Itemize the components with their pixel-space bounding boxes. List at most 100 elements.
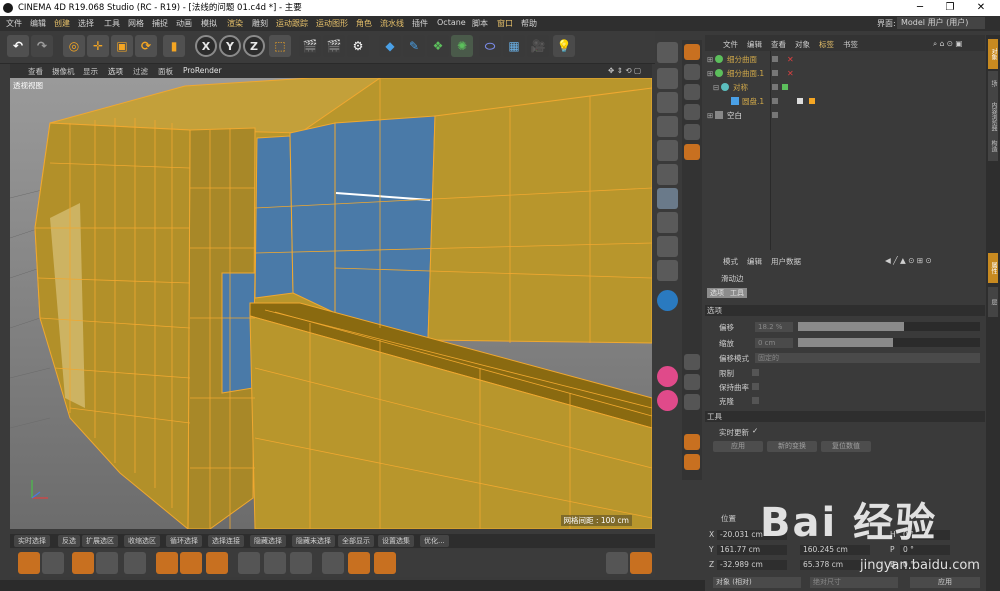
vp-menu-filter[interactable]: 过滤: [133, 66, 148, 77]
om-menu-file[interactable]: 文件: [723, 39, 738, 50]
disabled-x-icon[interactable]: ✕: [787, 67, 794, 80]
section-options[interactable]: 选项: [705, 305, 985, 316]
edges-mode-icon[interactable]: [657, 164, 678, 185]
smooth-icon[interactable]: [684, 394, 700, 410]
menu-file[interactable]: 文件: [6, 18, 22, 29]
view-top-icon[interactable]: [684, 124, 700, 140]
menu-pipeline[interactable]: 流水线: [380, 18, 404, 29]
render-region-icon[interactable]: [684, 44, 700, 60]
menu-mesh[interactable]: 网格: [128, 18, 144, 29]
object-row[interactable]: ⊟ 对称: [705, 81, 985, 94]
move-icon[interactable]: ✛: [87, 35, 109, 57]
dissolve-icon[interactable]: [374, 552, 396, 574]
vp-menu-view[interactable]: 查看: [28, 66, 43, 77]
object-row[interactable]: ⊞ 细分曲面 ✕: [705, 53, 985, 66]
object-name[interactable]: 细分曲面: [727, 53, 757, 66]
menu-help[interactable]: 帮助: [521, 18, 537, 29]
am-menu-mode[interactable]: 模式: [723, 256, 738, 267]
tab-structure[interactable]: 构造: [988, 131, 998, 161]
vp-menu-cameras[interactable]: 摄像机: [52, 66, 75, 77]
weld-icon[interactable]: [348, 552, 370, 574]
section-tool[interactable]: 工具: [705, 411, 985, 422]
om-menu-view[interactable]: 查看: [771, 39, 786, 50]
magnet-icon[interactable]: [657, 316, 678, 337]
apply-button[interactable]: 应用: [713, 441, 763, 452]
enabled-check-icon[interactable]: [782, 84, 788, 90]
make-editable-icon[interactable]: [657, 42, 678, 63]
object-row[interactable]: ⊞ 空白: [705, 109, 985, 122]
disabled-x-icon[interactable]: ✕: [787, 53, 794, 66]
undo-icon[interactable]: ↶: [7, 35, 29, 57]
visibility-flag[interactable]: [772, 112, 778, 118]
menu-simulate[interactable]: 模拟: [201, 18, 217, 29]
paint-mode-icon[interactable]: [630, 552, 652, 574]
tab-layers[interactable]: 层: [988, 287, 998, 317]
vp-menu-display[interactable]: 显示: [83, 66, 98, 77]
extrude-icon[interactable]: [96, 552, 118, 574]
visibility-flag[interactable]: [772, 84, 778, 90]
tab-options[interactable]: 选项: [707, 288, 727, 298]
optimize-icon[interactable]: [606, 552, 628, 574]
snap-icon[interactable]: [657, 260, 678, 281]
paint-icon[interactable]: [684, 434, 700, 450]
pen-spline-icon[interactable]: ✎: [403, 35, 425, 57]
object-row[interactable]: ⊞ 细分曲面.1 ✕: [705, 67, 985, 80]
bevel-icon[interactable]: [124, 552, 146, 574]
menu-motion-tracking[interactable]: 运动跟踪: [276, 18, 308, 29]
light-icon[interactable]: 💡: [553, 35, 575, 57]
sel-loop[interactable]: 循环选择: [166, 535, 202, 547]
knife-icon[interactable]: [18, 552, 40, 574]
redo-icon[interactable]: ↷: [31, 35, 53, 57]
visibility-flag[interactable]: [772, 56, 778, 62]
symmetry-icon[interactable]: [657, 366, 678, 387]
vp-menu-prorender[interactable]: ProRender: [183, 66, 222, 75]
sel-hide-selected[interactable]: 隐藏选择: [250, 535, 286, 547]
render-settings-icon[interactable]: ⚙: [347, 35, 369, 57]
z-axis-button[interactable]: Z: [243, 35, 265, 57]
realtime-checkbox[interactable]: ✓: [752, 426, 758, 435]
menu-window[interactable]: 窗口: [497, 18, 513, 29]
deformer-icon[interactable]: ⬭: [479, 35, 501, 57]
menu-render[interactable]: 渲染: [227, 18, 243, 29]
om-search-icon[interactable]: ⌕ ⌂ ⊙ ▣: [933, 39, 962, 49]
menu-sculpt[interactable]: 雕刻: [252, 18, 268, 29]
object-name[interactable]: 对称: [733, 81, 748, 94]
workplane-symmetry-icon[interactable]: [657, 390, 678, 411]
axis-mode-icon[interactable]: [657, 212, 678, 233]
subdivision-surface-icon[interactable]: ❖: [427, 35, 449, 57]
model-mode-icon[interactable]: [657, 68, 678, 89]
sel-unhide-all[interactable]: 全部显示: [338, 535, 374, 547]
cube-icon[interactable]: ◆: [379, 35, 401, 57]
disconnect-icon[interactable]: [322, 552, 344, 574]
menu-octane[interactable]: Octane: [437, 18, 466, 27]
visibility-flag[interactable]: [772, 70, 778, 76]
sel-set-selection[interactable]: 设置选集: [378, 535, 414, 547]
menu-edit[interactable]: 编辑: [30, 18, 46, 29]
scale-field[interactable]: 0 cm: [755, 338, 793, 348]
vp-nav-icons[interactable]: ✥ ⇕ ⟲ ▢: [608, 66, 641, 75]
menu-snap[interactable]: 捕捉: [152, 18, 168, 29]
menu-mograph[interactable]: 运动图形: [316, 18, 348, 29]
offset-field[interactable]: 18.2 %: [755, 322, 793, 332]
om-menu-tags[interactable]: 标签: [819, 39, 834, 50]
offset-mode-select[interactable]: 固定的: [755, 353, 980, 363]
menu-script[interactable]: 脚本: [472, 18, 488, 29]
texture-mode-icon[interactable]: [657, 92, 678, 113]
tab-tool[interactable]: 工具: [727, 288, 747, 298]
matrix-extrude-icon[interactable]: [180, 552, 202, 574]
stamp-icon[interactable]: [684, 454, 700, 470]
view-uv-icon[interactable]: [684, 104, 700, 120]
inner-extrude-icon[interactable]: [156, 552, 178, 574]
sel-hide-unselected[interactable]: 隐藏未选择: [292, 535, 335, 547]
vp-menu-options[interactable]: 选项: [108, 66, 123, 77]
slide-icon[interactable]: [290, 552, 312, 574]
clone-checkbox[interactable]: [752, 397, 759, 404]
menu-character[interactable]: 角色: [356, 18, 372, 29]
snap-enable-icon[interactable]: [657, 290, 678, 311]
selection-tag-icon[interactable]: [809, 98, 815, 104]
points-mode-icon[interactable]: [657, 140, 678, 161]
menu-select[interactable]: 选择: [78, 18, 94, 29]
sel-optimize[interactable]: 优化...: [420, 535, 449, 547]
object-name[interactable]: 圆盘.1: [742, 95, 764, 108]
scale-icon[interactable]: ▣: [111, 35, 133, 57]
